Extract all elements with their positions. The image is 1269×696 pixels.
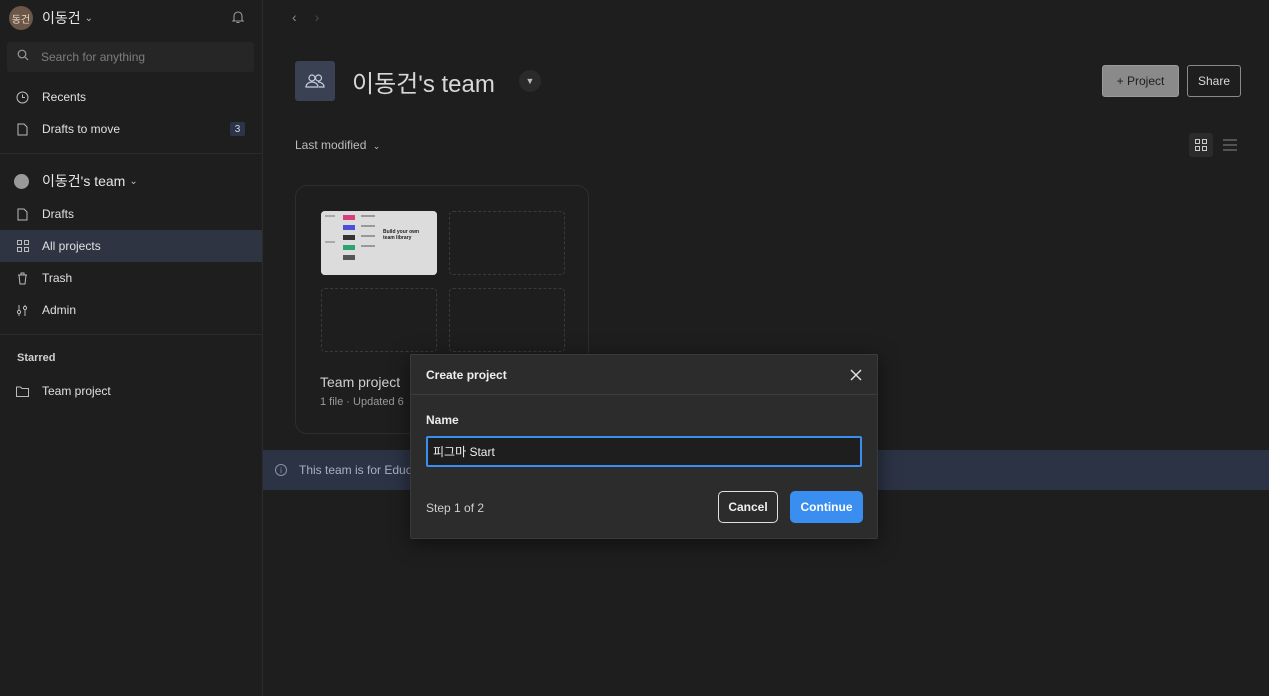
sidebar-item-drafts-to-move[interactable]: Drafts to move 3 — [0, 113, 262, 145]
banner-text: This team is for Educa — [299, 463, 419, 477]
sidebar-item-recents[interactable]: Recents — [0, 81, 262, 113]
sidebar-item-label: Trash — [42, 271, 73, 285]
dialog-title: Create project — [411, 355, 877, 395]
project-meta: 1 file · Updated 6 — [320, 396, 404, 408]
sidebar-item-trash[interactable]: Trash — [0, 262, 262, 294]
divider — [0, 334, 262, 335]
clock-icon — [16, 91, 29, 104]
create-project-dialog: Create project Name Step 1 of 2 Cancel C… — [410, 354, 878, 539]
info-icon: i — [275, 464, 287, 476]
team-avatar-icon — [14, 173, 29, 189]
trash-icon — [16, 272, 29, 285]
file-icon — [16, 208, 29, 221]
sidebar-item-label: Drafts — [42, 207, 75, 221]
folder-icon — [16, 385, 29, 398]
cancel-button[interactable]: Cancel — [718, 491, 778, 523]
sidebar-item-label: Drafts to move — [42, 122, 121, 136]
continue-button[interactable]: Continue — [790, 491, 863, 523]
avatar: 동건 — [9, 6, 33, 30]
name-label: Name — [426, 413, 459, 427]
step-indicator: Step 1 of 2 — [426, 501, 485, 515]
back-arrow-icon[interactable]: ‹ — [292, 9, 297, 25]
empty-thumbnail-slot — [321, 288, 437, 352]
user-menu[interactable]: 동건 이동건 ⌄ — [9, 6, 93, 30]
search-bar[interactable] — [7, 42, 254, 72]
sidebar-item-admin[interactable]: Admin — [0, 294, 262, 326]
search-icon — [17, 48, 29, 66]
count-badge: 3 — [230, 122, 245, 136]
share-button[interactable]: Share — [1187, 65, 1241, 97]
project-title: Team project — [320, 374, 401, 390]
chevron-down-icon: ⌄ — [129, 175, 138, 187]
list-view-icon[interactable] — [1222, 138, 1238, 152]
notifications-bell-icon[interactable] — [230, 9, 246, 25]
sliders-icon — [16, 304, 29, 317]
new-project-button[interactable]: + Project — [1102, 65, 1179, 97]
file-thumbnail[interactable]: Build your own team library — [321, 211, 437, 275]
page-title: 이동건's team — [352, 71, 495, 98]
grid-icon — [16, 240, 29, 253]
sidebar-item-drafts[interactable]: Drafts — [0, 198, 262, 230]
close-icon[interactable] — [849, 368, 863, 382]
chevron-down-icon[interactable]: ▼ — [519, 70, 541, 92]
sidebar-item-label: Recents — [42, 90, 87, 104]
search-input[interactable] — [41, 50, 241, 64]
sidebar-item-label: Admin — [42, 303, 77, 317]
thumbnail-caption: Build your own team library — [383, 229, 420, 241]
chevron-down-icon: ⌄ — [84, 12, 94, 24]
sidebar-item-label: Team project — [42, 384, 111, 398]
project-name-input[interactable] — [426, 436, 862, 467]
user-name: 이동건 — [42, 10, 81, 26]
empty-thumbnail-slot — [449, 211, 565, 275]
sort-label: Last modified — [295, 138, 367, 152]
team-name: 이동건's team — [42, 173, 126, 189]
forward-arrow-icon[interactable]: › — [315, 9, 320, 25]
grid-view-icon[interactable] — [1189, 133, 1213, 157]
starred-header: Starred — [17, 352, 56, 364]
empty-thumbnail-slot — [449, 288, 565, 352]
sidebar-item-label: All projects — [42, 239, 101, 253]
sidebar-item-all-projects[interactable]: All projects — [0, 230, 262, 262]
team-icon — [295, 61, 335, 101]
sidebar-item-team-project[interactable]: Team project — [0, 375, 262, 407]
history-nav: ‹ › — [292, 9, 319, 25]
sidebar: 동건 이동건 ⌄ Recents Drafts to move 3 이동건's … — [0, 0, 263, 696]
sort-dropdown[interactable]: Last modified ⌄ — [295, 138, 380, 152]
file-icon — [16, 123, 29, 136]
divider — [0, 153, 262, 154]
chevron-down-icon: ⌄ — [372, 141, 381, 151]
team-switcher[interactable]: 이동건's team ⌄ — [14, 171, 138, 191]
